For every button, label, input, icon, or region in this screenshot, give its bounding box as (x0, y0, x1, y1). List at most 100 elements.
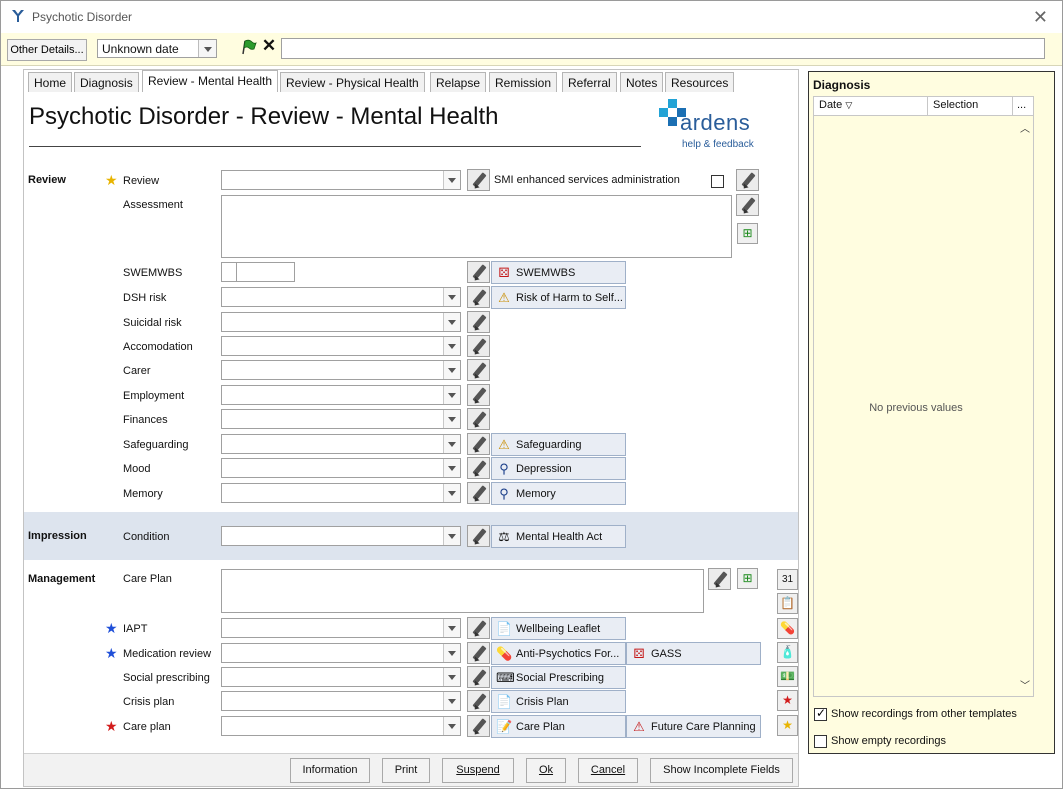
scroll-up-icon[interactable]: ︿ (1020, 120, 1030, 135)
pencil-icon[interactable] (467, 384, 490, 406)
chevron-down-icon[interactable] (443, 361, 460, 379)
care-plan-dropdown[interactable] (221, 716, 461, 736)
pencil-icon[interactable] (467, 311, 490, 333)
crisis-plan-link-button[interactable]: 📄 Crisis Plan (491, 690, 626, 713)
finances-dropdown[interactable] (221, 409, 461, 429)
chevron-down-icon[interactable] (443, 435, 460, 453)
chevron-down-icon[interactable] (443, 484, 460, 502)
chevron-down-icon[interactable] (443, 337, 460, 355)
carer-dropdown[interactable] (221, 360, 461, 380)
anti-psychotics-link-button[interactable]: 💊 Anti-Psychotics For... (491, 642, 626, 665)
safeguarding-link-button[interactable]: ⚠ Safeguarding (491, 433, 626, 456)
history-grid[interactable]: Date ▽ Selection ... ︿ ﹀ No previous val… (813, 96, 1034, 697)
chevron-down-icon[interactable] (443, 668, 460, 686)
close-icon[interactable]: ✕ (1033, 7, 1048, 28)
chevron-down-icon[interactable] (443, 288, 460, 306)
tab-resources[interactable]: Resources (665, 72, 735, 92)
clipboard-icon[interactable]: 📋 (777, 593, 798, 614)
employment-dropdown[interactable] (221, 385, 461, 405)
swemwbs-link-button[interactable]: ⚄ SWEMWBS (491, 261, 626, 284)
accomodation-dropdown[interactable] (221, 336, 461, 356)
other-details-button[interactable]: Other Details... (7, 39, 87, 61)
show-incomplete-fields-button[interactable]: Show Incomplete Fields (650, 758, 793, 783)
pencil-icon[interactable] (467, 482, 490, 504)
pencil-icon[interactable] (467, 715, 490, 737)
tab-review-physical-health[interactable]: Review - Physical Health (280, 72, 425, 92)
chevron-down-icon[interactable] (443, 386, 460, 404)
cancel-button[interactable]: Cancel (578, 758, 638, 783)
pencil-icon[interactable] (467, 169, 490, 191)
chevron-down-icon[interactable] (443, 717, 460, 735)
tab-review-mental-health[interactable]: Review - Mental Health (142, 70, 279, 92)
assessment-textarea[interactable] (221, 195, 732, 258)
scroll-down-icon[interactable]: ﹀ (1020, 677, 1030, 692)
dsh-risk-dropdown[interactable] (221, 287, 461, 307)
vertical-scrollbar[interactable]: ︿ ﹀ (1016, 116, 1033, 696)
pencil-icon[interactable] (467, 286, 490, 308)
condition-dropdown[interactable] (221, 526, 461, 546)
pencil-icon[interactable] (467, 261, 490, 283)
care-plan-textarea[interactable] (221, 569, 704, 613)
pencil-icon[interactable] (708, 568, 731, 590)
review-dropdown[interactable] (221, 170, 461, 190)
show-empty-recordings-checkbox[interactable] (814, 735, 827, 748)
add-note-icon[interactable]: ⊞ (737, 568, 758, 589)
chevron-down-icon[interactable] (443, 410, 460, 428)
pencil-icon[interactable] (736, 169, 759, 191)
add-note-icon[interactable]: ⊞ (737, 223, 758, 244)
mental-health-act-link-button[interactable]: ⚖ Mental Health Act (491, 525, 626, 548)
selection-column-header[interactable]: Selection (933, 99, 978, 111)
crisis-plan-dropdown[interactable] (221, 691, 461, 711)
wellbeing-leaflet-link-button[interactable]: 📄 Wellbeing Leaflet (491, 617, 626, 640)
ok-button[interactable]: Ok (526, 758, 566, 783)
tab-relapse[interactable]: Relapse (430, 72, 487, 92)
help-feedback-link[interactable]: help & feedback (682, 139, 754, 150)
calendar-icon[interactable]: 31 (777, 569, 798, 590)
gass-link-button[interactable]: ⚄ GASS (626, 642, 761, 665)
future-care-planning-link-button[interactable]: ⚠ Future Care Planning (626, 715, 761, 738)
chevron-down-icon[interactable] (443, 692, 460, 710)
red-star-icon[interactable]: ★ (777, 690, 798, 711)
chevron-down-icon[interactable] (443, 459, 460, 477)
chevron-down-icon[interactable] (198, 40, 216, 57)
tab-referral[interactable]: Referral (562, 72, 617, 92)
pencil-icon[interactable] (467, 666, 490, 688)
risk-of-harm-link-button[interactable]: ⚠ Risk of Harm to Self... (491, 286, 626, 309)
mood-dropdown[interactable] (221, 458, 461, 478)
memory-dropdown[interactable] (221, 483, 461, 503)
pencil-icon[interactable] (467, 690, 490, 712)
social-prescribing-dropdown[interactable] (221, 667, 461, 687)
depression-link-button[interactable]: ⚲ Depression (491, 457, 626, 480)
chevron-down-icon[interactable] (443, 527, 460, 545)
pencil-icon[interactable] (467, 335, 490, 357)
care-plan-link-button[interactable]: 📝 Care Plan (491, 715, 626, 738)
suspend-button[interactable]: Suspend (442, 758, 514, 783)
suicidal-risk-dropdown[interactable] (221, 312, 461, 332)
chevron-down-icon[interactable] (443, 619, 460, 637)
information-button[interactable]: Information (290, 758, 370, 783)
tab-remission[interactable]: Remission (489, 72, 558, 92)
tab-diagnosis[interactable]: Diagnosis (74, 72, 139, 92)
medicine-bottle-icon[interactable]: 🧴 (777, 642, 798, 663)
chevron-down-icon[interactable] (443, 171, 460, 189)
ardens-logo[interactable]: ardens help & feedback (658, 96, 768, 156)
date-column-header[interactable]: Date ▽ (819, 99, 852, 111)
pencil-icon[interactable] (467, 359, 490, 381)
pencil-icon[interactable] (467, 457, 490, 479)
swemwbs-input[interactable] (221, 262, 295, 282)
memory-link-button[interactable]: ⚲ Memory (491, 482, 626, 505)
pill-icon[interactable]: 💊 (777, 618, 798, 639)
smi-checkbox[interactable] (711, 175, 724, 188)
clear-x-icon[interactable]: ✕ (260, 37, 278, 55)
money-icon[interactable]: 💵 (777, 666, 798, 687)
yellow-star-icon[interactable]: ★ (777, 715, 798, 736)
free-text-input[interactable] (281, 38, 1045, 59)
chevron-down-icon[interactable] (443, 644, 460, 662)
pencil-icon[interactable] (467, 642, 490, 664)
tab-home[interactable]: Home (28, 72, 73, 92)
date-select[interactable]: Unknown date (97, 39, 217, 58)
pencil-icon[interactable] (467, 525, 490, 547)
pencil-icon[interactable] (467, 617, 490, 639)
chevron-down-icon[interactable] (443, 313, 460, 331)
show-other-templates-checkbox[interactable] (814, 706, 827, 721)
